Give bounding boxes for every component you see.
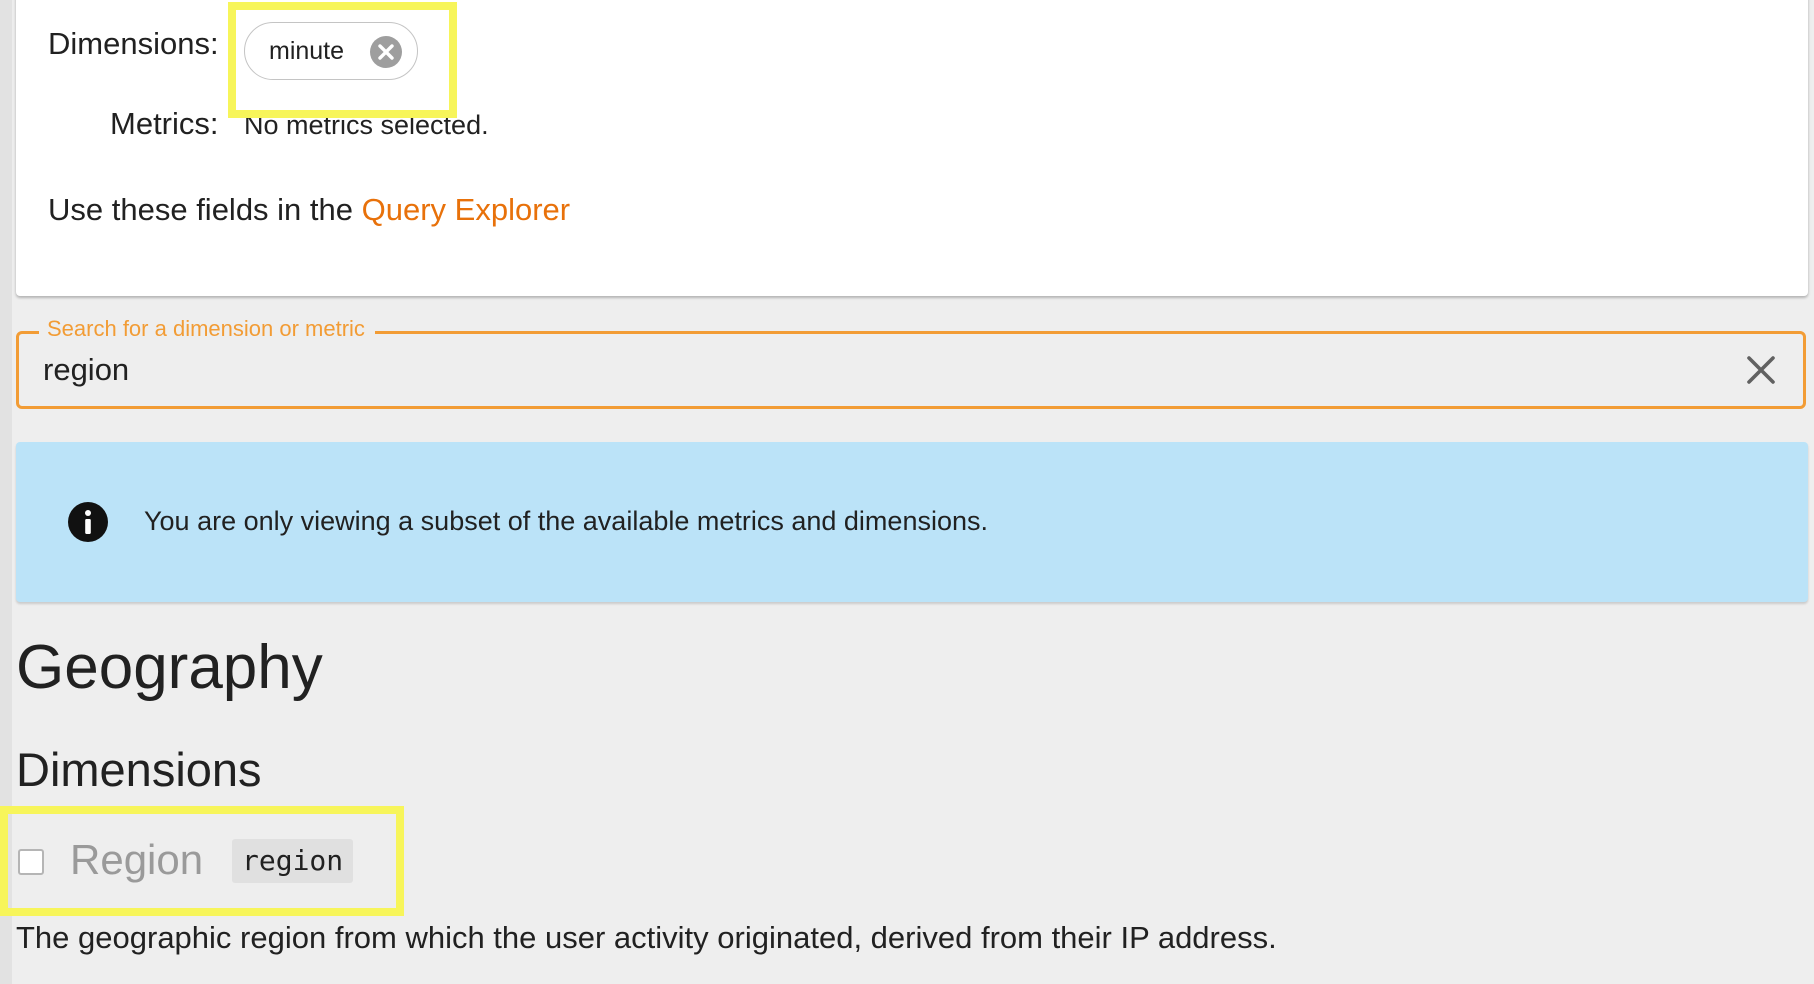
dimensions-label: Dimensions: xyxy=(48,26,219,61)
page: Dimensions: minute Metrics: No metrics s… xyxy=(0,0,1814,984)
section-heading: Dimensions xyxy=(16,743,262,796)
metrics-label: Metrics: xyxy=(110,106,219,141)
left-edge-divider xyxy=(0,0,12,984)
metrics-empty-text: No metrics selected. xyxy=(244,110,489,140)
field-api-name: region xyxy=(232,839,354,883)
use-fields-line: Use these fields in the Query Explorer xyxy=(48,192,570,228)
query-explorer-link[interactable]: Query Explorer xyxy=(362,192,570,227)
selected-fields-card: Dimensions: minute Metrics: No metrics s… xyxy=(16,0,1808,296)
dimension-chip-minute[interactable]: minute xyxy=(244,22,418,80)
field-description: The geographic region from which the use… xyxy=(16,920,1277,955)
use-fields-text: Use these fields in the xyxy=(48,192,354,227)
info-banner: You are only viewing a subset of the ava… xyxy=(16,442,1808,602)
remove-chip-icon[interactable] xyxy=(369,35,403,69)
info-banner-text: You are only viewing a subset of the ava… xyxy=(144,506,988,536)
field-name: Region xyxy=(70,836,204,883)
field-checkbox[interactable] xyxy=(18,849,44,875)
info-icon xyxy=(68,502,108,542)
search-label: Search for a dimension or metric xyxy=(39,316,375,342)
close-icon[interactable] xyxy=(1741,350,1781,390)
search-input[interactable] xyxy=(43,348,1663,392)
field-row-region: Region region xyxy=(16,836,396,892)
search-field: Search for a dimension or metric xyxy=(16,316,1806,409)
category-heading: Geography xyxy=(16,633,323,702)
chip-label: minute xyxy=(269,37,345,65)
